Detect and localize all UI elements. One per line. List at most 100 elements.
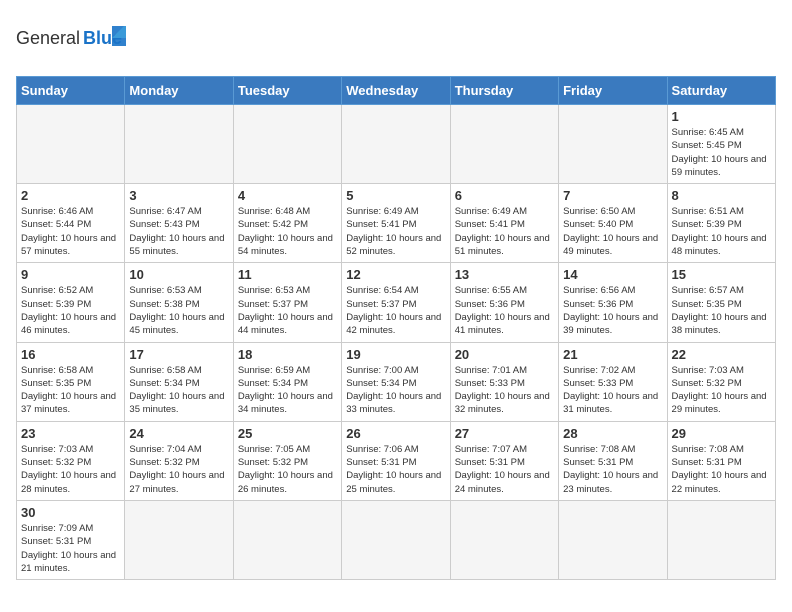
empty-cell: [342, 500, 450, 579]
weekday-header-wednesday: Wednesday: [342, 77, 450, 105]
day-cell-3: 3 Sunrise: 6:47 AMSunset: 5:43 PMDaylight…: [125, 184, 233, 263]
day-cell-4: 4Sunrise: 6:48 AMSunset: 5:42 PMDaylight…: [233, 184, 341, 263]
day-cell-28: 28 Sunrise: 7:08 AMSunset: 5:31 PMDayligh…: [559, 421, 667, 500]
day-number: 9: [21, 267, 120, 282]
day-info: Sunrise: 7:03 AMSunset: 5:32 PMDaylight:…: [21, 443, 120, 496]
weekday-header-friday: Friday: [559, 77, 667, 105]
day-cell-27: 27 Sunrise: 7:07 AMSunset: 5:31 PMDayligh…: [450, 421, 558, 500]
day-cell-15: 15Sunrise: 6:57 AMSunset: 5:35 PMDayligh…: [667, 263, 775, 342]
day-number: 17: [129, 347, 228, 362]
day-number: 21: [563, 347, 662, 362]
day-cell-30: 30 Sunrise: 7:09 AMSunset: 5:31 PMDayligh…: [17, 500, 125, 579]
day-cell-18: 18 Sunrise: 6:59 AMSunset: 5:34 PMDayligh…: [233, 342, 341, 421]
day-info: Sunrise: 6:55 AMSunset: 5:36 PMDaylight:…: [455, 284, 554, 337]
day-cell-11: 11 Sunrise: 6:53 AMSunset: 5:37 PMDayligh…: [233, 263, 341, 342]
empty-cell: [450, 500, 558, 579]
empty-cell: [450, 105, 558, 184]
day-number: 10: [129, 267, 228, 282]
calendar-table: SundayMondayTuesdayWednesdayThursdayFrid…: [16, 76, 776, 580]
day-info: Sunrise: 6:53 AMSunset: 5:37 PMDaylight:…: [238, 284, 337, 337]
day-number: 30: [21, 505, 120, 520]
svg-text:General: General: [16, 28, 80, 48]
day-cell-6: 6 Sunrise: 6:49 AMSunset: 5:41 PMDaylight…: [450, 184, 558, 263]
day-number: 19: [346, 347, 445, 362]
weekday-header-sunday: Sunday: [17, 77, 125, 105]
day-cell-8: 8 Sunrise: 6:51 AMSunset: 5:39 PMDaylight…: [667, 184, 775, 263]
day-cell-13: 13 Sunrise: 6:55 AMSunset: 5:36 PMDayligh…: [450, 263, 558, 342]
day-number: 26: [346, 426, 445, 441]
day-number: 11: [238, 267, 337, 282]
logo: General Blue: [16, 16, 126, 66]
day-cell-12: 12 Sunrise: 6:54 AMSunset: 5:37 PMDayligh…: [342, 263, 450, 342]
day-cell-22: 22 Sunrise: 7:03 AMSunset: 5:32 PMDayligh…: [667, 342, 775, 421]
day-number: 3: [129, 188, 228, 203]
day-cell-1: 1Sunrise: 6:45 AMSunset: 5:45 PMDaylight…: [667, 105, 775, 184]
day-info: Sunrise: 7:08 AMSunset: 5:31 PMDaylight:…: [672, 443, 771, 496]
day-info: Sunrise: 7:03 AMSunset: 5:32 PMDaylight:…: [672, 364, 771, 417]
page-header: General Blue: [16, 16, 776, 66]
day-info: Sunrise: 7:01 AMSunset: 5:33 PMDaylight:…: [455, 364, 554, 417]
weekday-header-saturday: Saturday: [667, 77, 775, 105]
day-cell-24: 24 Sunrise: 7:04 AMSunset: 5:32 PMDayligh…: [125, 421, 233, 500]
day-cell-20: 20 Sunrise: 7:01 AMSunset: 5:33 PMDayligh…: [450, 342, 558, 421]
day-info: Sunrise: 6:58 AMSunset: 5:34 PMDaylight:…: [129, 364, 228, 417]
day-number: 23: [21, 426, 120, 441]
day-info: Sunrise: 7:09 AMSunset: 5:31 PMDaylight:…: [21, 522, 120, 575]
day-info: Sunrise: 6:49 AMSunset: 5:41 PMDaylight:…: [455, 205, 554, 258]
day-info: Sunrise: 6:53 AMSunset: 5:38 PMDaylight:…: [129, 284, 228, 337]
day-number: 24: [129, 426, 228, 441]
empty-cell: [559, 500, 667, 579]
empty-cell: [559, 105, 667, 184]
day-cell-7: 7 Sunrise: 6:50 AMSunset: 5:40 PMDaylight…: [559, 184, 667, 263]
empty-cell: [667, 500, 775, 579]
day-info: Sunrise: 6:56 AMSunset: 5:36 PMDaylight:…: [563, 284, 662, 337]
day-number: 4: [238, 188, 337, 203]
day-cell-19: 19Sunrise: 7:00 AMSunset: 5:34 PMDayligh…: [342, 342, 450, 421]
day-cell-9: 9Sunrise: 6:52 AMSunset: 5:39 PMDaylight…: [17, 263, 125, 342]
day-cell-10: 10 Sunrise: 6:53 AMSunset: 5:38 PMDayligh…: [125, 263, 233, 342]
day-info: Sunrise: 6:50 AMSunset: 5:40 PMDaylight:…: [563, 205, 662, 258]
day-cell-17: 17 Sunrise: 6:58 AMSunset: 5:34 PMDayligh…: [125, 342, 233, 421]
day-number: 20: [455, 347, 554, 362]
day-number: 12: [346, 267, 445, 282]
day-cell-29: 29 Sunrise: 7:08 AMSunset: 5:31 PMDayligh…: [667, 421, 775, 500]
weekday-header-monday: Monday: [125, 77, 233, 105]
day-number: 8: [672, 188, 771, 203]
empty-cell: [233, 500, 341, 579]
day-cell-14: 14Sunrise: 6:56 AMSunset: 5:36 PMDayligh…: [559, 263, 667, 342]
day-info: Sunrise: 7:06 AMSunset: 5:31 PMDaylight:…: [346, 443, 445, 496]
day-cell-5: 5 Sunrise: 6:49 AMSunset: 5:41 PMDaylight…: [342, 184, 450, 263]
empty-cell: [125, 500, 233, 579]
day-info: Sunrise: 6:47 AMSunset: 5:43 PMDaylight:…: [129, 205, 228, 258]
day-number: 18: [238, 347, 337, 362]
day-info: Sunrise: 7:08 AMSunset: 5:31 PMDaylight:…: [563, 443, 662, 496]
day-info: Sunrise: 7:07 AMSunset: 5:31 PMDaylight:…: [455, 443, 554, 496]
day-info: Sunrise: 6:59 AMSunset: 5:34 PMDaylight:…: [238, 364, 337, 417]
day-cell-16: 16Sunrise: 6:58 AMSunset: 5:35 PMDayligh…: [17, 342, 125, 421]
empty-cell: [233, 105, 341, 184]
day-number: 5: [346, 188, 445, 203]
day-number: 28: [563, 426, 662, 441]
day-number: 2: [21, 188, 120, 203]
day-number: 16: [21, 347, 120, 362]
day-cell-2: 2 Sunrise: 6:46 AMSunset: 5:44 PMDaylight…: [17, 184, 125, 263]
day-number: 13: [455, 267, 554, 282]
day-info: Sunrise: 6:46 AMSunset: 5:44 PMDaylight:…: [21, 205, 120, 258]
day-number: 25: [238, 426, 337, 441]
day-info: Sunrise: 7:05 AMSunset: 5:32 PMDaylight:…: [238, 443, 337, 496]
day-number: 15: [672, 267, 771, 282]
day-number: 27: [455, 426, 554, 441]
day-cell-26: 26 Sunrise: 7:06 AMSunset: 5:31 PMDayligh…: [342, 421, 450, 500]
day-info: Sunrise: 6:54 AMSunset: 5:37 PMDaylight:…: [346, 284, 445, 337]
day-info: Sunrise: 6:51 AMSunset: 5:39 PMDaylight:…: [672, 205, 771, 258]
day-number: 7: [563, 188, 662, 203]
day-cell-25: 25 Sunrise: 7:05 AMSunset: 5:32 PMDayligh…: [233, 421, 341, 500]
day-info: Sunrise: 7:04 AMSunset: 5:32 PMDaylight:…: [129, 443, 228, 496]
day-cell-21: 21Sunrise: 7:02 AMSunset: 5:33 PMDayligh…: [559, 342, 667, 421]
day-number: 22: [672, 347, 771, 362]
empty-cell: [17, 105, 125, 184]
day-info: Sunrise: 6:49 AMSunset: 5:41 PMDaylight:…: [346, 205, 445, 258]
day-number: 1: [672, 109, 771, 124]
day-number: 29: [672, 426, 771, 441]
day-number: 6: [455, 188, 554, 203]
